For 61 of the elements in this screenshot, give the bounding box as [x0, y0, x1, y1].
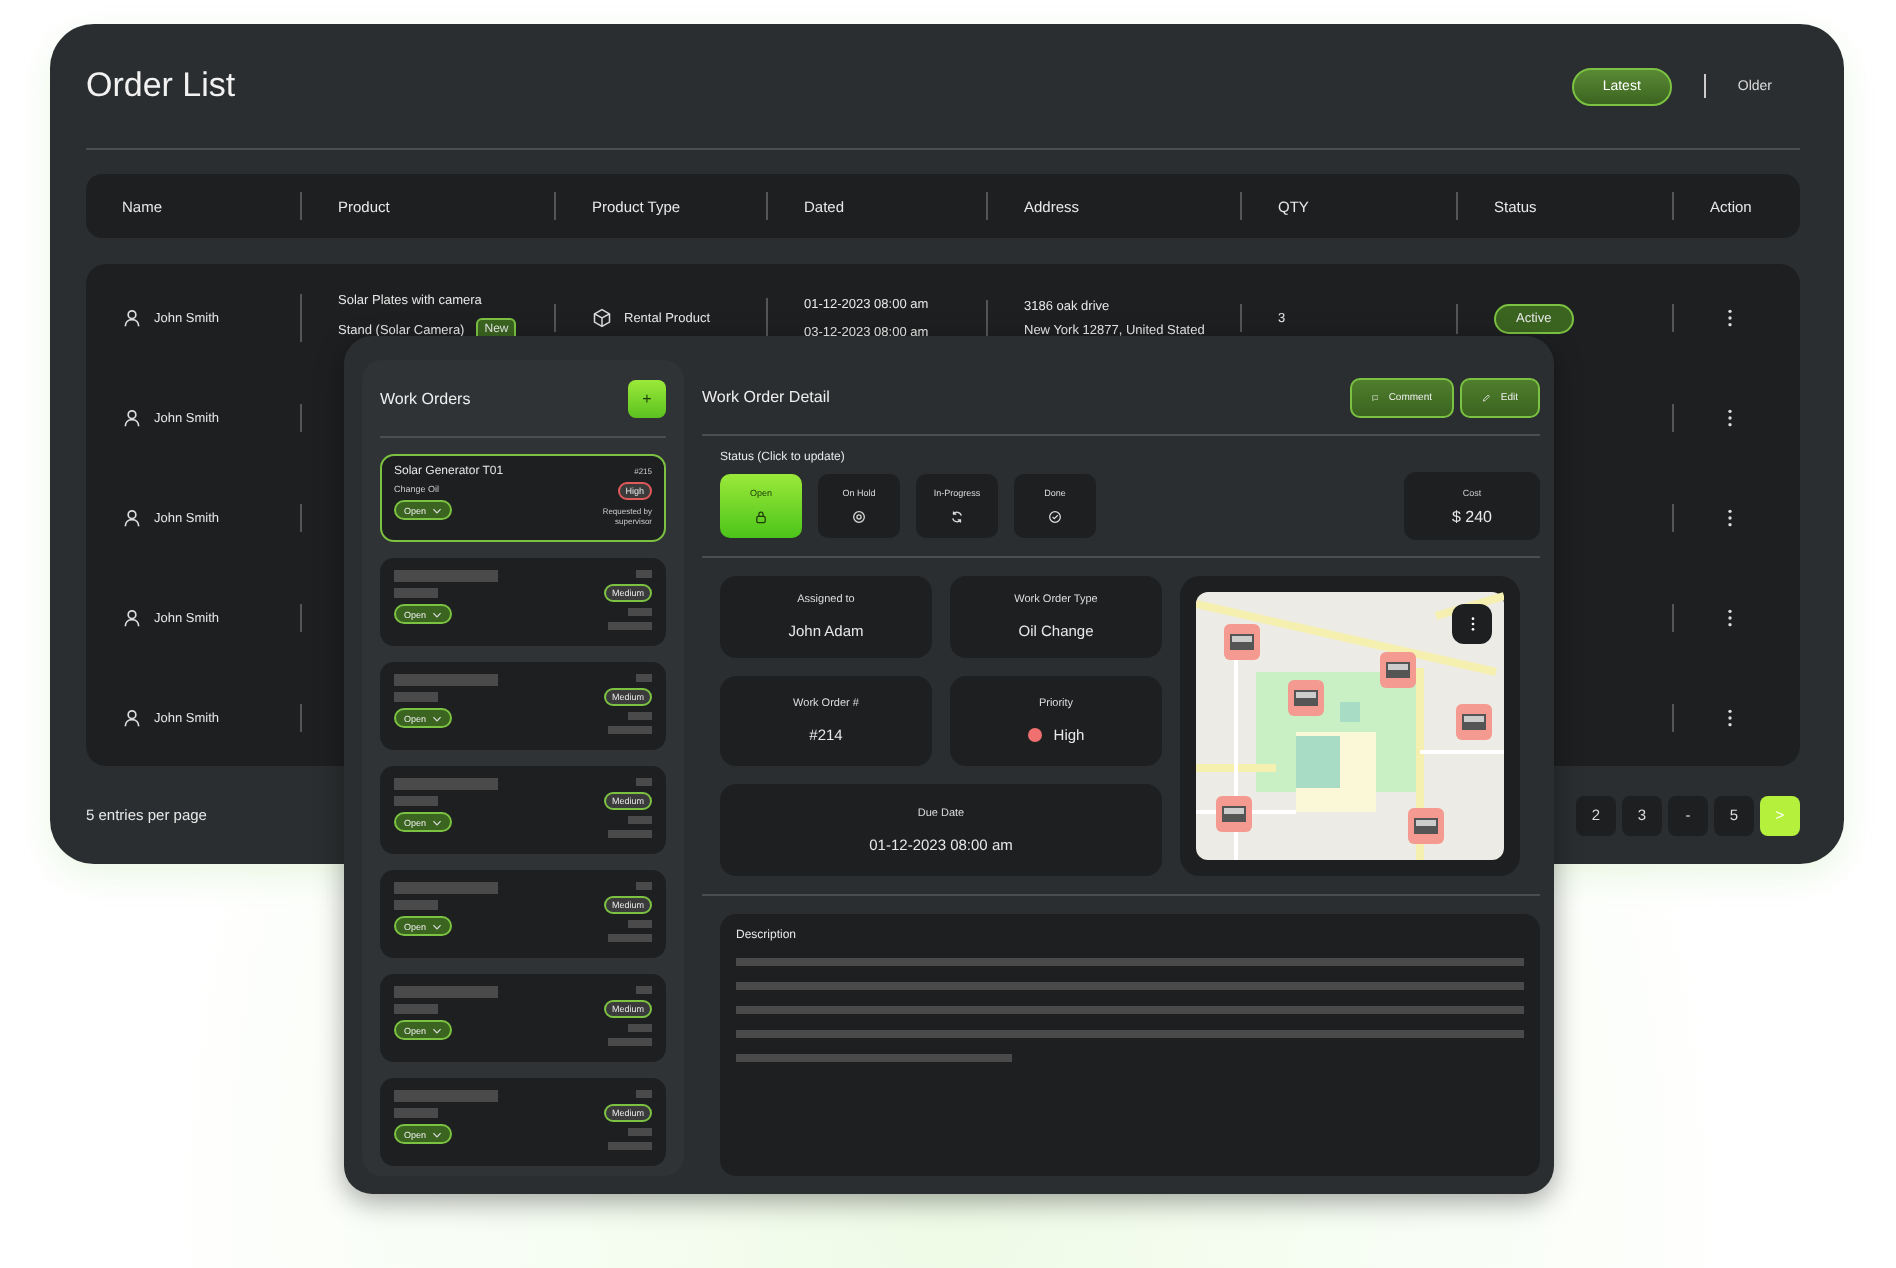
comment-icon [1372, 391, 1379, 403]
user-icon [122, 708, 142, 728]
placeholder-bar [636, 778, 652, 786]
placeholder-bar [394, 1090, 498, 1102]
placeholder-bar [628, 608, 652, 616]
caret-icon [432, 1131, 443, 1137]
placeholder-bar [394, 778, 498, 790]
placeholder-bar [628, 920, 652, 928]
placeholder-bar [608, 726, 652, 734]
user-icon [122, 408, 142, 428]
placeholder-bar [394, 588, 438, 598]
more-icon[interactable] [1726, 308, 1734, 328]
placeholder-bar [394, 692, 438, 702]
placeholder-bar [628, 712, 652, 720]
placeholder-bar [394, 1108, 438, 1118]
caret-icon [432, 715, 443, 721]
placeholder-bar [628, 816, 652, 824]
refresh-icon [950, 510, 964, 524]
cube-icon [592, 308, 612, 328]
section-title: Work Order Detail [702, 388, 830, 406]
more-icon[interactable] [1726, 408, 1734, 428]
placeholder-bar [394, 796, 438, 806]
placeholder-bar [394, 1004, 438, 1014]
lock-icon [754, 510, 768, 524]
placeholder-bar [394, 986, 498, 998]
more-button[interactable] [1452, 604, 1492, 644]
placeholder-bar [636, 1090, 652, 1098]
placeholder-bar [628, 1128, 652, 1136]
placeholder-bar [608, 1142, 652, 1150]
more-icon[interactable] [1726, 608, 1734, 628]
user-icon [122, 508, 142, 528]
pencil-icon [1482, 391, 1491, 403]
section-title: Work Orders [380, 389, 471, 407]
placeholder-bar [394, 900, 438, 910]
placeholder-bar [608, 1038, 652, 1046]
placeholder-bar [628, 1024, 652, 1032]
caret-icon [432, 923, 443, 929]
caret-icon [432, 819, 443, 825]
more-icon[interactable] [1726, 508, 1734, 528]
placeholder-bar [608, 934, 652, 942]
page-title: Order List [86, 66, 236, 106]
placeholder-bar [636, 570, 652, 578]
caret-icon [432, 1027, 443, 1033]
pause-circle-icon [852, 510, 866, 524]
caret-icon [432, 611, 443, 617]
placeholder-bar [394, 882, 498, 894]
more-icon[interactable] [1726, 708, 1734, 728]
cost-value: $ 240 [1451, 507, 1493, 525]
caret-icon [432, 507, 443, 513]
check-circle-icon [1048, 510, 1062, 524]
placeholder-bar [636, 882, 652, 890]
placeholder-bar [636, 674, 652, 682]
add-button[interactable]: + [628, 379, 666, 417]
placeholder-bar [394, 674, 498, 686]
placeholder-bar [608, 830, 652, 838]
more-icon [1469, 616, 1475, 632]
placeholder-bar [394, 570, 498, 582]
placeholder-bar [608, 622, 652, 630]
user-icon [122, 608, 142, 628]
user-icon [122, 308, 142, 328]
placeholder-bar [636, 986, 652, 994]
